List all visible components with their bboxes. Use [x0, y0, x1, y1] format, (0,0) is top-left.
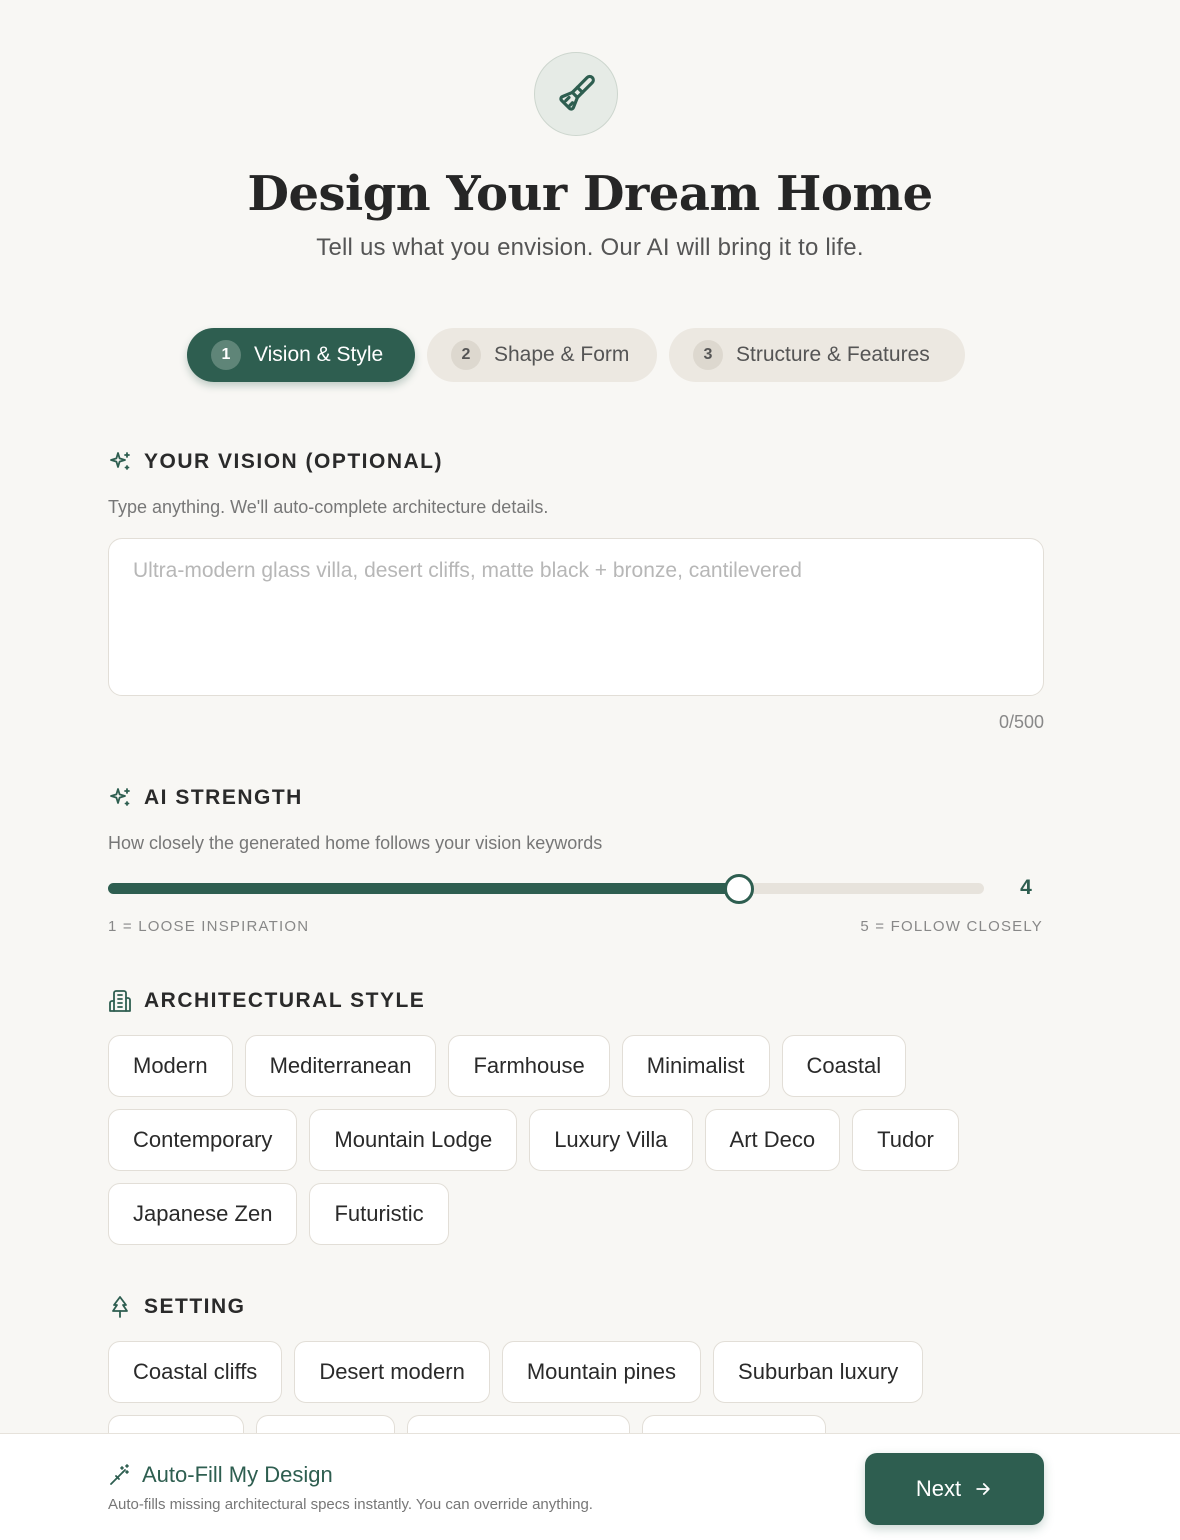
step-tabs: 1 Vision & Style 2 Shape & Form 3 Struct…: [0, 328, 1180, 382]
vision-heading: YOUR VISION (OPTIONAL): [108, 450, 443, 474]
auto-fill-label: Auto-Fill My Design: [142, 1462, 333, 1487]
tab-shape-form[interactable]: 2 Shape & Form: [427, 328, 657, 382]
building-icon: [108, 989, 132, 1013]
step-number: 2: [451, 340, 481, 370]
tab-vision-style[interactable]: 1 Vision & Style: [187, 328, 415, 382]
footer-bar: Auto-Fill My Design Auto-fills missing a…: [0, 1433, 1180, 1540]
page-subtitle: Tell us what you envision. Our AI will b…: [316, 234, 864, 261]
setting-chip[interactable]: Suburban luxury: [713, 1341, 924, 1403]
slider-max-label: 5 = FOLLOW CLOSELY: [860, 918, 1043, 935]
ai-strength-hint: How closely the generated home follows y…: [108, 833, 603, 853]
next-label: Next: [915, 1476, 962, 1501]
step-number: 1: [211, 340, 241, 370]
setting-heading-text: SETTING: [144, 1295, 246, 1318]
style-chip[interactable]: Minimalist: [621, 1035, 770, 1097]
step-label: Vision & Style: [254, 343, 384, 366]
style-chip[interactable]: Tudor: [852, 1109, 959, 1171]
slider-min-label: 1 = LOOSE INSPIRATION: [108, 918, 310, 935]
sparkles-icon: [108, 786, 132, 810]
slider-thumb[interactable]: [724, 874, 754, 904]
auto-fill-description: Auto-fills missing architectural specs i…: [108, 1496, 593, 1513]
style-chip[interactable]: Coastal: [781, 1035, 907, 1097]
setting-chip[interactable]: Desert modern: [294, 1341, 490, 1403]
step-number: 3: [693, 340, 723, 370]
ai-strength-heading-text: AI STRENGTH: [144, 786, 303, 809]
setting-chip[interactable]: Mountain pines: [501, 1341, 702, 1403]
auto-fill-button[interactable]: Auto-Fill My Design: [108, 1462, 333, 1488]
style-chip[interactable]: Modern: [108, 1035, 233, 1097]
ai-strength-value: 4: [1020, 876, 1032, 899]
page-title: Design Your Dream Home: [247, 166, 933, 222]
architectural-style-heading-text: ARCHITECTURAL STYLE: [144, 989, 426, 1012]
style-chip[interactable]: Art Deco: [704, 1109, 841, 1171]
step-label: Structure & Features: [736, 343, 930, 366]
architectural-style-heading: ARCHITECTURAL STYLE: [108, 989, 425, 1013]
tree-icon: [108, 1295, 132, 1319]
vision-heading-text: YOUR VISION (OPTIONAL): [144, 450, 444, 473]
step-label: Shape & Form: [494, 343, 630, 366]
style-chip[interactable]: Mediterranean: [244, 1035, 437, 1097]
sparkles-icon: [108, 450, 132, 474]
style-chip[interactable]: Luxury Villa: [529, 1109, 693, 1171]
vision-hint: Type anything. We'll auto-complete archi…: [108, 497, 549, 517]
style-chip[interactable]: Mountain Lodge: [309, 1109, 518, 1171]
vision-input[interactable]: [108, 538, 1044, 696]
setting-heading: SETTING: [108, 1295, 246, 1319]
ai-strength-heading: AI STRENGTH: [108, 786, 303, 810]
style-chip-group: Modern Mediterranean Farmhouse Minimalis…: [108, 1035, 1068, 1245]
arrow-right-icon: [973, 1479, 993, 1499]
ai-strength-slider[interactable]: [108, 874, 984, 904]
tab-structure-features[interactable]: 3 Structure & Features: [669, 328, 965, 382]
style-chip[interactable]: Japanese Zen: [108, 1183, 298, 1245]
next-button[interactable]: Next: [865, 1453, 1044, 1525]
style-chip[interactable]: Futuristic: [309, 1183, 449, 1245]
paintbrush-icon: [534, 52, 618, 136]
design-wizard-page: Design Your Dream Home Tell us what you …: [0, 0, 1180, 1540]
slider-fill: [108, 883, 739, 894]
style-chip[interactable]: Farmhouse: [448, 1035, 610, 1097]
style-chip[interactable]: Contemporary: [108, 1109, 298, 1171]
setting-chip-group: Coastal cliffs Desert modern Mountain pi…: [108, 1341, 1068, 1403]
magic-wand-icon: [108, 1463, 132, 1487]
setting-chip[interactable]: Coastal cliffs: [108, 1341, 283, 1403]
character-counter: 0/500: [998, 712, 1044, 732]
